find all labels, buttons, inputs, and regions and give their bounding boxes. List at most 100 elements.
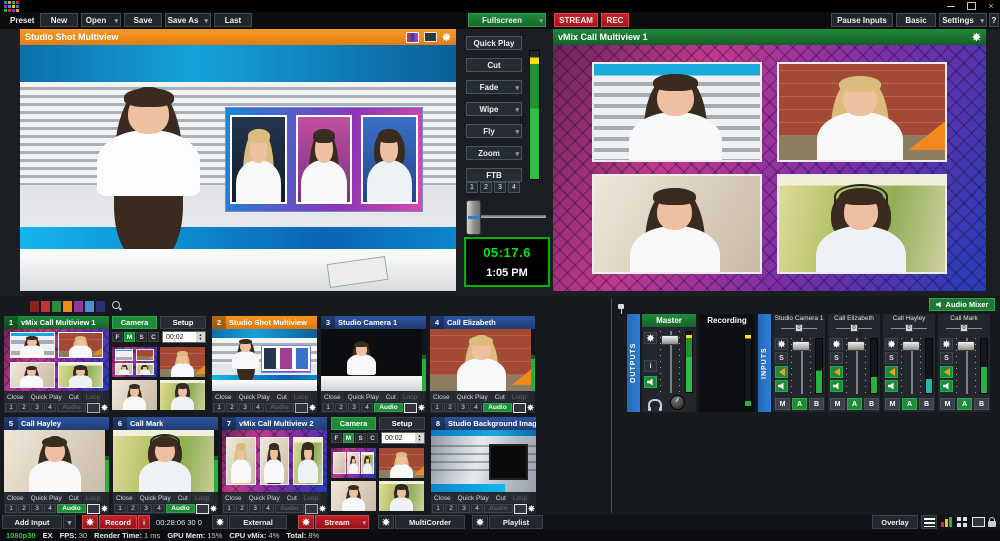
category-navy[interactable] [96, 301, 105, 312]
mute-button[interactable]: M [885, 398, 900, 410]
quick-play-button[interactable]: Quick Play [236, 392, 273, 402]
input-tile-2[interactable]: 2Studio Shot Multiview CloseQuick PlayCu… [212, 316, 317, 413]
quick-play-button[interactable]: Quick Play [345, 392, 382, 402]
cut-button[interactable]: Cut [175, 493, 191, 503]
delay-spinner[interactable]: 00:02▴▾ [162, 331, 206, 343]
layer-2-button[interactable]: 2 [335, 403, 347, 412]
pause-inputs-button[interactable]: Pause Inputs [831, 13, 893, 27]
fullscreen-output-icon[interactable] [424, 32, 437, 42]
call-thumb[interactable] [331, 448, 376, 478]
layer-2-button[interactable]: 2 [236, 504, 248, 513]
layer-3-button[interactable]: 3 [239, 403, 251, 412]
c-button[interactable]: C [148, 332, 159, 342]
search-icon[interactable] [112, 301, 122, 311]
gear-icon[interactable] [830, 338, 843, 350]
stinger-4-button[interactable]: 4 [508, 182, 520, 193]
layer-1-button[interactable]: 1 [213, 403, 225, 412]
call-thumb[interactable] [112, 380, 157, 410]
layer-4-button[interactable]: 4 [153, 504, 165, 513]
stream-button[interactable]: Stream [315, 515, 369, 529]
save-button[interactable]: Save [124, 13, 162, 27]
category-green[interactable] [52, 301, 61, 312]
record-settings-gear-icon[interactable] [82, 515, 98, 529]
speaker-icon[interactable] [775, 380, 788, 392]
loop-button[interactable]: Loop [83, 392, 103, 402]
f-button[interactable]: F [112, 332, 123, 342]
pan-value[interactable]: 0 [850, 324, 858, 332]
gear-icon[interactable] [528, 505, 535, 512]
close-button[interactable]: Close [430, 392, 453, 402]
preview-video[interactable] [20, 45, 456, 291]
bus-send-icon[interactable] [940, 366, 953, 378]
gear-icon[interactable] [940, 338, 953, 350]
input-tile-3[interactable]: 3Studio Camera 1 CloseQuick PlayCutLoop … [321, 316, 426, 413]
bus-send-icon[interactable] [885, 366, 898, 378]
quick-play-button[interactable]: Quick Play [454, 392, 491, 402]
close-button[interactable]: Close [222, 493, 245, 503]
layer-2-button[interactable]: 2 [444, 403, 456, 412]
camera-button[interactable]: Camera [112, 316, 157, 329]
audio-button[interactable]: Audio [166, 504, 195, 513]
monitor-icon[interactable] [196, 504, 209, 514]
layer-4-button[interactable]: 4 [470, 403, 482, 412]
external-button[interactable]: External [229, 515, 287, 529]
cut-button[interactable]: Cut [66, 493, 82, 503]
overlay-button[interactable]: Overlay [872, 515, 918, 529]
cut-button[interactable]: Cut [383, 392, 399, 402]
maximize-icon[interactable] [966, 1, 976, 11]
m-button[interactable]: M [343, 433, 354, 443]
layer-3-button[interactable]: 3 [140, 504, 152, 513]
spinner-arrows-icon[interactable]: ▴▾ [415, 433, 424, 443]
call-thumb[interactable] [379, 448, 424, 478]
input-tile-8[interactable]: 8Studio Background Image CloseQuick Play… [431, 417, 536, 514]
close-button[interactable]: Close [113, 493, 136, 503]
bus-a-button[interactable]: A [792, 398, 807, 410]
record-button[interactable]: Record [99, 515, 137, 529]
basic-button[interactable]: Basic [896, 13, 936, 27]
call-thumb[interactable] [112, 347, 157, 377]
audio-button[interactable]: Audio [57, 403, 86, 412]
audio-button[interactable]: Audio [57, 504, 86, 513]
call-thumb[interactable] [379, 481, 424, 511]
record-info-button[interactable]: i [138, 515, 150, 529]
add-input-dropdown-icon[interactable]: ▾ [63, 515, 76, 529]
solo-button[interactable]: S [830, 352, 843, 364]
bus-a-button[interactable]: A [957, 398, 972, 410]
external-settings-gear-icon[interactable] [212, 515, 228, 529]
s-button[interactable]: S [355, 433, 366, 443]
f-button[interactable]: F [331, 433, 342, 443]
solo-button[interactable]: S [885, 352, 898, 364]
category-purple[interactable] [74, 301, 83, 312]
c-button[interactable]: C [367, 433, 378, 443]
channel-fader[interactable] [901, 338, 921, 394]
delay-spinner[interactable]: 00:02▴▾ [381, 432, 425, 444]
close-button[interactable]: Close [321, 392, 344, 402]
mute-button[interactable]: M [830, 398, 845, 410]
layer-1-button[interactable]: 1 [5, 504, 17, 513]
layer-3-button[interactable]: 3 [458, 504, 470, 513]
info-button[interactable]: i [644, 360, 657, 372]
t-bar-handle[interactable] [466, 200, 481, 235]
quick-play-button[interactable]: Quick Play [466, 36, 522, 50]
loop-button[interactable]: Loop [400, 392, 420, 402]
quick-play-button[interactable]: Quick Play [28, 392, 65, 402]
call-thumb[interactable] [331, 481, 376, 511]
list-view-icon[interactable] [921, 515, 937, 529]
category-orange[interactable] [63, 301, 72, 312]
close-button[interactable]: Close [431, 493, 454, 503]
close-button[interactable]: Close [4, 493, 27, 503]
channel-fader[interactable] [956, 338, 976, 394]
call-thumb[interactable] [160, 347, 205, 377]
pan-value[interactable]: 0 [795, 324, 803, 332]
mute-button[interactable]: M [940, 398, 955, 410]
colorbars-icon[interactable] [406, 32, 419, 43]
camera-button[interactable]: Camera [331, 417, 376, 430]
layer-3-button[interactable]: 3 [249, 504, 261, 513]
close-icon[interactable]: × [986, 1, 996, 11]
solo-button[interactable]: S [775, 352, 788, 364]
speaker-icon[interactable] [885, 380, 898, 392]
bus-a-button[interactable]: A [847, 398, 862, 410]
monitor-icon[interactable] [513, 403, 526, 413]
multicorder-button[interactable]: MultiCorder [395, 515, 465, 529]
audio-button[interactable]: Audio [374, 403, 403, 412]
